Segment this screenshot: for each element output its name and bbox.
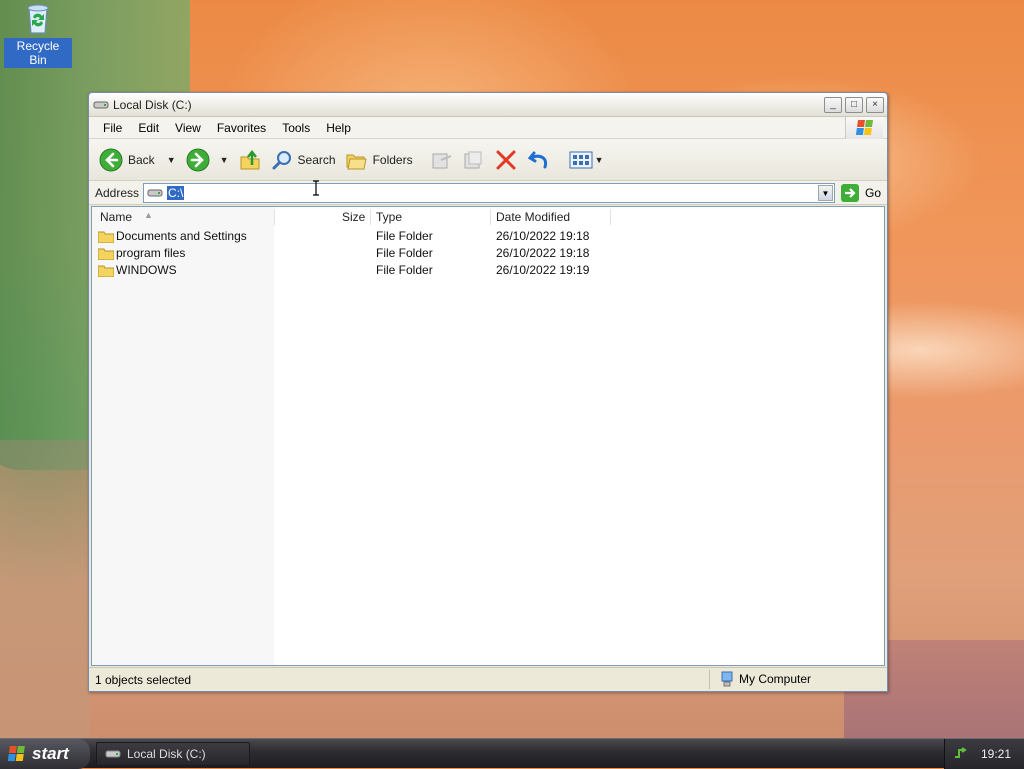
row-type: File Folder (376, 229, 433, 243)
move-to-button[interactable] (431, 150, 453, 170)
column-header-name[interactable]: Name (100, 210, 132, 224)
views-button[interactable]: ▼ (569, 150, 604, 170)
row-name: WINDOWS (116, 263, 177, 277)
window-title: Local Disk (C:) (113, 97, 192, 112)
copy-to-icon (464, 151, 482, 168)
status-zone-label: My Computer (739, 672, 812, 686)
table-row[interactable]: program files File Folder 26/10/2022 19:… (92, 245, 884, 262)
menu-view[interactable]: View (167, 121, 209, 135)
views-icon (569, 151, 593, 168)
wallpaper-shadow (0, 440, 90, 740)
views-dropdown-icon[interactable]: ▼ (595, 155, 604, 165)
windows-logo-icon (845, 117, 883, 139)
row-type: File Folder (376, 246, 433, 260)
search-icon (272, 150, 291, 169)
status-zone: My Computer (719, 671, 811, 687)
taskbar-item-local-disk[interactable]: Local Disk (C:) (96, 742, 250, 766)
menu-edit[interactable]: Edit (130, 121, 167, 135)
back-label: Back (128, 152, 155, 167)
taskbar-item-label: Local Disk (C:) (127, 747, 206, 761)
forward-arrow-icon (186, 148, 210, 171)
row-type: File Folder (376, 263, 433, 277)
undo-icon (527, 151, 547, 168)
windows-logo-icon (8, 746, 25, 761)
move-to-icon (432, 153, 451, 168)
row-modified: 26/10/2022 19:18 (496, 246, 590, 260)
explorer-window: Local Disk (C:) _ □ × File Edit View Fav… (88, 92, 888, 692)
folder-icon (98, 231, 114, 243)
column-header-type[interactable]: Type (376, 210, 402, 224)
address-value: C:\ (167, 185, 185, 200)
clock[interactable]: 19:21 (981, 747, 1011, 761)
menu-help[interactable]: Help (318, 121, 359, 135)
maximize-button[interactable]: □ (845, 96, 863, 113)
back-arrow-icon (99, 148, 123, 171)
back-button[interactable]: Back ▼ (99, 148, 176, 172)
up-folder-icon (240, 149, 260, 169)
close-button[interactable]: × (866, 96, 884, 113)
row-name: Documents and Settings (116, 229, 247, 243)
drive-icon (93, 99, 109, 111)
network-icon[interactable] (953, 747, 967, 761)
forward-button[interactable]: ▼ (186, 148, 229, 172)
file-list[interactable]: Name ▲ Size Type Date Modified Documents… (91, 206, 885, 666)
status-text: 1 objects selected (95, 673, 192, 687)
go-label: Go (864, 185, 881, 200)
status-bar: 1 objects selected My Computer (89, 667, 887, 691)
search-label: Search (297, 152, 336, 167)
delete-button[interactable] (495, 149, 517, 171)
start-label: start (32, 744, 69, 763)
drive-icon (147, 189, 163, 196)
minimize-button[interactable]: _ (824, 96, 842, 113)
row-modified: 26/10/2022 19:19 (496, 263, 590, 277)
search-button[interactable]: Search (271, 149, 336, 171)
address-bar: Address C:\ ▼ Go (89, 181, 887, 205)
row-name: program files (116, 246, 186, 260)
sort-ascending-icon: ▲ (144, 210, 153, 220)
up-folder-button[interactable] (239, 149, 261, 171)
menu-favorites[interactable]: Favorites (209, 121, 274, 135)
table-row[interactable]: WINDOWS File Folder 26/10/2022 19:19 (92, 262, 884, 279)
address-label: Address (95, 185, 140, 200)
folders-button[interactable]: Folders (346, 150, 413, 170)
delete-icon (496, 150, 516, 169)
column-header-modified[interactable]: Date Modified (496, 210, 570, 224)
folders-label: Folders (372, 152, 413, 167)
folder-icon (98, 248, 114, 260)
go-button[interactable]: Go (840, 183, 881, 202)
forward-dropdown-icon[interactable]: ▼ (220, 155, 229, 165)
row-modified: 26/10/2022 19:18 (496, 229, 590, 243)
folders-icon (346, 154, 367, 169)
title-bar[interactable]: Local Disk (C:) _ □ × (89, 93, 887, 117)
undo-button[interactable] (527, 149, 551, 171)
column-header-size[interactable]: Size (342, 210, 365, 224)
menu-file[interactable]: File (95, 121, 130, 135)
folder-icon (98, 265, 114, 277)
menu-bar: File Edit View Favorites Tools Help (89, 117, 887, 139)
copy-to-button[interactable] (463, 150, 485, 170)
start-button[interactable]: start (0, 739, 90, 769)
menu-tools[interactable]: Tools (274, 121, 318, 135)
address-dropdown-icon[interactable]: ▼ (817, 184, 833, 201)
column-headers: Name ▲ Size Type Date Modified (92, 207, 884, 227)
my-computer-icon (721, 671, 733, 687)
drive-icon (105, 750, 121, 758)
system-tray: 19:21 (944, 739, 1024, 769)
table-row[interactable]: Documents and Settings File Folder 26/10… (92, 228, 884, 245)
text-cursor-icon (312, 180, 320, 196)
desktop-icon-recycle-bin[interactable]: Recycle Bin (4, 2, 72, 68)
back-dropdown-icon[interactable]: ▼ (167, 155, 176, 165)
address-input[interactable]: C:\ ▼ (143, 182, 835, 203)
toolbar: Back ▼ ▼ Search Folders ▼ (89, 139, 887, 181)
desktop-icon-label: Recycle Bin (4, 38, 72, 68)
recycle-bin-icon (22, 2, 54, 36)
taskbar: start Local Disk (C:) 19:21 (0, 738, 1024, 769)
go-arrow-icon (840, 183, 859, 202)
